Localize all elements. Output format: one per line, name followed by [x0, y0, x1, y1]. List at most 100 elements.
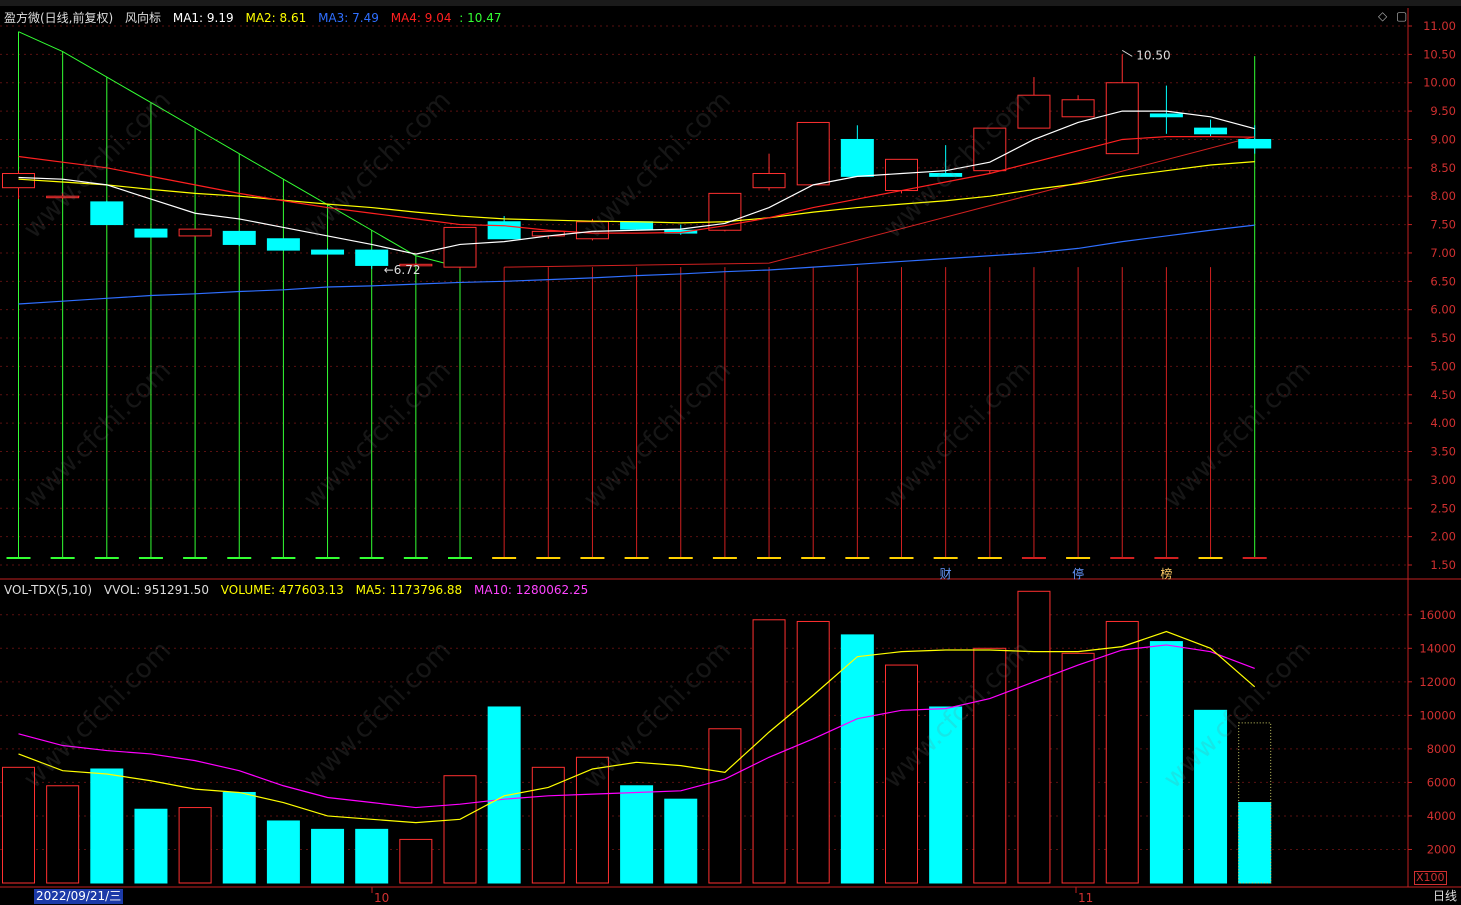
volume-bar	[885, 664, 918, 884]
price-tick-label: 11.00	[1423, 19, 1456, 33]
candle-body	[885, 158, 918, 192]
price-tick-label: 7.00	[1430, 246, 1456, 260]
stock-title[interactable]: 盈方微(日线,前复权)	[4, 11, 113, 25]
candle-body	[840, 138, 874, 177]
indicator-name[interactable]: 风向标	[125, 11, 161, 25]
volume-bar	[1105, 620, 1139, 884]
price-tick-label: 3.50	[1430, 445, 1456, 459]
candle-body	[1149, 113, 1183, 118]
ma2-value: MA2: 8.61	[245, 11, 307, 25]
volume-indicator-title[interactable]: VOL-TDX(5,10)	[4, 583, 92, 597]
price-tick-label: 6.00	[1430, 303, 1456, 317]
volume-bar	[1194, 709, 1228, 884]
volume-tick-label: 12000	[1419, 675, 1456, 689]
volume-bar	[266, 820, 300, 884]
event-marker: 榜	[1160, 566, 1172, 581]
volume-tick-label: 14000	[1419, 641, 1456, 655]
volume-bar	[399, 838, 433, 884]
vvol-value: VVOL: 951291.50	[103, 583, 209, 597]
ma5-value: MA5: 1173796.88	[355, 583, 463, 597]
ma4-value: MA4: 9.04	[390, 11, 452, 25]
price-tick-label: 10.00	[1423, 76, 1456, 90]
volume-bar	[752, 619, 786, 884]
wind-red-envelope	[504, 136, 1255, 268]
volume-bar	[664, 798, 698, 884]
volume-bar	[1061, 652, 1095, 884]
volume-legend: VOL-TDX(5,10) VVOL: 951291.50 VOLUME: 47…	[4, 583, 596, 597]
volume-bar	[222, 791, 256, 884]
price-tick-label: 2.50	[1430, 501, 1456, 515]
volume-bar	[134, 808, 168, 884]
x-label-oct: 10	[374, 891, 389, 905]
price-tick-label: 6.50	[1430, 274, 1456, 288]
candle-body	[1105, 82, 1139, 155]
volume-bar	[796, 620, 830, 884]
candle-body	[1061, 99, 1095, 118]
volume-tick-label: 10000	[1419, 708, 1456, 722]
volume-bar	[708, 728, 742, 884]
price-tick-label: 5.50	[1430, 331, 1456, 345]
price-tick-label: 7.50	[1430, 218, 1456, 232]
event-marker: 财	[940, 567, 952, 581]
price-tick-label: 2.00	[1430, 530, 1456, 544]
candle-body	[134, 228, 168, 238]
volume-bar	[46, 785, 80, 884]
volume-axis-ticks: 16000 14000 12000 10000 8000 6000 4000 2000	[1408, 608, 1456, 856]
ma3-value: MA3: 7.49	[318, 11, 379, 25]
event-marker: 停	[1072, 566, 1084, 581]
candle-body	[2, 173, 35, 189]
candle-body	[620, 221, 654, 230]
volume-bar	[840, 634, 874, 884]
price-tick-label: 10.50	[1423, 47, 1456, 61]
price-tick-label: 4.00	[1430, 416, 1456, 430]
candle-body	[487, 221, 521, 240]
volume-bar	[1238, 802, 1272, 884]
window-icon[interactable]: ▢	[1396, 9, 1407, 23]
ma2-line	[18, 161, 1255, 224]
price-tick-label: 8.50	[1430, 161, 1456, 175]
volume-unit-label: X100	[1414, 871, 1447, 885]
candlesticks	[2, 54, 1272, 269]
volume-bar	[355, 828, 389, 884]
volume-tick-label: 16000	[1419, 608, 1456, 622]
volume-tick-label: 6000	[1427, 775, 1456, 789]
high-label: 10.50	[1136, 48, 1170, 62]
wind-value: : 10.47	[459, 11, 502, 25]
price-axis-ticks: 11.00 10.50 10.00 9.50 9.00 8.50 8.00 7.50 7.00 6…	[1408, 19, 1456, 572]
volume-bar	[973, 647, 1007, 884]
volume-tick-label: 8000	[1427, 742, 1456, 756]
price-tick-label: 4.50	[1430, 388, 1456, 402]
volume-bar	[929, 706, 963, 884]
volume-tick-label: 2000	[1427, 842, 1456, 856]
candle-body	[1238, 138, 1272, 149]
moving-averages	[18, 110, 1255, 305]
price-tick-label: 9.00	[1430, 132, 1456, 146]
volume-bar	[487, 706, 521, 884]
stock-chart[interactable]: 11.00 10.50 10.00 9.50 9.00 8.50 8.00 7.50 7.00 6…	[0, 0, 1461, 905]
high-pointer	[1121, 49, 1133, 57]
diamond-icon[interactable]: ◇	[1378, 9, 1387, 23]
price-tick-label: 8.00	[1430, 189, 1456, 203]
price-tick-label: 1.50	[1430, 558, 1456, 572]
candle-body	[222, 230, 256, 245]
volume-bar	[90, 768, 124, 884]
main-legend: 盈方微(日线,前复权) 风向标 MA1: 9.19 MA2: 8.61 MA3:…	[4, 9, 510, 26]
cursor-date-label: 2022/09/21/三	[34, 889, 124, 904]
volume-bar	[575, 756, 609, 884]
period-label[interactable]: 日线	[1433, 889, 1457, 904]
volume-value: VOLUME: 477603.13	[220, 583, 344, 597]
annotations: 10.50 ←6.72 财 停 榜	[384, 48, 1173, 581]
candle-body	[1017, 94, 1051, 129]
ma1-value: MA1: 9.19	[172, 11, 234, 25]
volume-bar	[2, 766, 35, 884]
candle-body	[46, 195, 80, 199]
candle-body	[266, 238, 300, 251]
volume-tick-label: 4000	[1427, 809, 1456, 823]
candle-body	[90, 201, 124, 226]
x-axis-labels: 10 11	[371, 887, 1093, 905]
ma10-value: MA10: 1280062.25	[474, 583, 589, 597]
candle-body	[752, 173, 786, 189]
candle-body	[311, 249, 345, 255]
volume-bar	[178, 807, 212, 884]
volume-bar	[620, 785, 654, 884]
